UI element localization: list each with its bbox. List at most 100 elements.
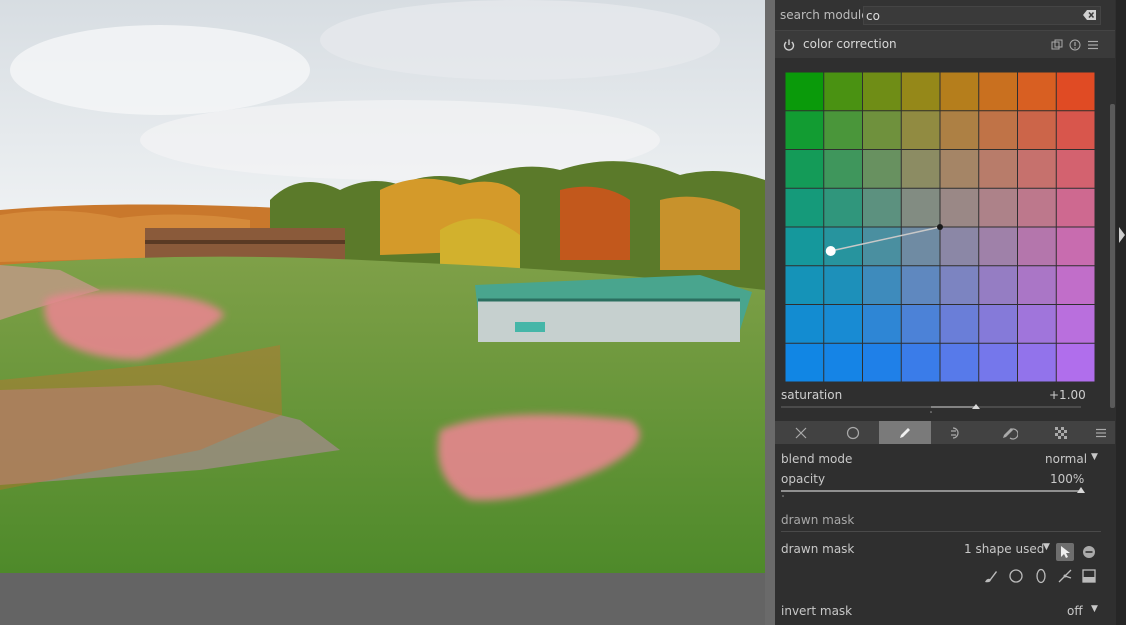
search-box[interactable]: [863, 6, 1101, 25]
tab-drawn-mask[interactable]: [879, 421, 931, 444]
grid-cell[interactable]: [1018, 227, 1056, 266]
grid-cell[interactable]: [940, 227, 979, 266]
grid-cell[interactable]: [1056, 111, 1095, 149]
grid-cell[interactable]: [1056, 227, 1095, 266]
tab-drawn-parametric[interactable]: [983, 421, 1035, 444]
panel-scrollbar[interactable]: [1110, 104, 1115, 408]
grid-cell[interactable]: [863, 266, 901, 304]
grid-cell[interactable]: [785, 266, 824, 304]
grid-cell[interactable]: [979, 343, 1017, 382]
shadow-point[interactable]: [937, 224, 943, 230]
grid-cell[interactable]: [940, 305, 979, 343]
grid-cell[interactable]: [901, 150, 940, 188]
presets-menu-icon[interactable]: [1087, 39, 1099, 51]
circle-shape-icon[interactable]: [1008, 568, 1024, 584]
photo-preview[interactable]: [0, 0, 765, 573]
color-grid[interactable]: [785, 72, 1095, 382]
grid-cell[interactable]: [824, 305, 862, 343]
circle-icon: [846, 426, 860, 439]
remove-icon[interactable]: [1082, 545, 1096, 559]
grid-cell[interactable]: [863, 150, 901, 188]
opacity-slider[interactable]: [781, 487, 1085, 499]
grid-cell[interactable]: [863, 188, 901, 227]
grid-cell[interactable]: [901, 72, 940, 111]
grid-cell[interactable]: [785, 111, 824, 149]
grid-cell[interactable]: [1056, 343, 1095, 382]
grid-cell[interactable]: [901, 227, 940, 266]
grid-cell[interactable]: [940, 343, 979, 382]
grid-cell[interactable]: [785, 72, 824, 111]
ellipse-shape-icon[interactable]: [1033, 568, 1049, 584]
search-input[interactable]: [866, 8, 1066, 23]
tab-off[interactable]: [775, 421, 827, 444]
grid-cell[interactable]: [1018, 111, 1056, 149]
module-header[interactable]: color correction: [775, 30, 1115, 58]
grid-cell[interactable]: [1018, 343, 1056, 382]
grid-cell[interactable]: [901, 266, 940, 304]
grid-cell[interactable]: [1018, 72, 1056, 111]
grid-cell[interactable]: [824, 188, 862, 227]
invert-mask-select[interactable]: off ▼: [1060, 604, 1100, 620]
panel-divider[interactable]: [765, 0, 775, 625]
grid-cell[interactable]: [1018, 305, 1056, 343]
tab-raster-mask[interactable]: [1035, 421, 1087, 444]
grid-cell[interactable]: [979, 305, 1017, 343]
shapes-select[interactable]: 1 shape used ▼: [961, 542, 1051, 558]
grid-cell[interactable]: [979, 72, 1017, 111]
grid-cell[interactable]: [785, 188, 824, 227]
grid-cell[interactable]: [901, 305, 940, 343]
image-viewport[interactable]: [0, 0, 765, 625]
grid-cell[interactable]: [901, 343, 940, 382]
grid-cell[interactable]: [824, 266, 862, 304]
grid-cell[interactable]: [979, 188, 1017, 227]
clear-icon[interactable]: [1083, 9, 1097, 21]
tab-menu[interactable]: [1087, 421, 1115, 444]
grid-cell[interactable]: [785, 227, 824, 266]
show-edit-mask-button[interactable]: [1056, 543, 1074, 561]
grid-cell[interactable]: [824, 343, 862, 382]
grid-cell[interactable]: [979, 266, 1017, 304]
grid-cell[interactable]: [824, 72, 862, 111]
grid-cell[interactable]: [1056, 72, 1095, 111]
saturation-slider[interactable]: [781, 404, 1081, 414]
grid-cell[interactable]: [979, 150, 1017, 188]
grid-cell[interactable]: [1056, 305, 1095, 343]
grid-cell[interactable]: [979, 111, 1017, 149]
grid-cell[interactable]: [863, 72, 901, 111]
grid-cell[interactable]: [940, 111, 979, 149]
gradient-shape-icon[interactable]: [1081, 568, 1097, 584]
grid-cell[interactable]: [940, 266, 979, 304]
tab-parametric-mask[interactable]: [931, 421, 983, 444]
grid-cell[interactable]: [1056, 266, 1095, 304]
grid-cell[interactable]: [979, 227, 1017, 266]
grid-cell[interactable]: [863, 227, 901, 266]
grid-cell[interactable]: [940, 72, 979, 111]
grid-cell[interactable]: [863, 111, 901, 149]
grid-cell[interactable]: [863, 343, 901, 382]
grid-cell[interactable]: [1056, 150, 1095, 188]
tab-uniformly[interactable]: [827, 421, 879, 444]
grid-cell[interactable]: [901, 111, 940, 149]
grid-cell[interactable]: [1018, 266, 1056, 304]
grid-cell[interactable]: [940, 150, 979, 188]
power-icon[interactable]: [783, 39, 795, 51]
pencil-icon: [900, 427, 910, 438]
path-shape-icon[interactable]: [1057, 568, 1073, 584]
multi-instance-icon[interactable]: [1051, 39, 1063, 51]
grid-cell[interactable]: [940, 188, 979, 227]
highlight-point[interactable]: [825, 246, 836, 257]
grid-cell[interactable]: [785, 150, 824, 188]
grid-cell[interactable]: [1018, 188, 1056, 227]
grid-cell[interactable]: [785, 343, 824, 382]
grid-cell[interactable]: [824, 150, 862, 188]
reset-icon[interactable]: [1069, 39, 1081, 51]
grid-cell[interactable]: [1018, 150, 1056, 188]
expand-panel-arrow-icon[interactable]: [1118, 226, 1126, 244]
grid-cell[interactable]: [863, 305, 901, 343]
blend-mode-select[interactable]: normal ▼: [1025, 452, 1100, 468]
grid-cell[interactable]: [1056, 188, 1095, 227]
grid-cell[interactable]: [824, 111, 862, 149]
grid-cell[interactable]: [901, 188, 940, 227]
grid-cell[interactable]: [785, 305, 824, 343]
brush-icon[interactable]: [983, 568, 999, 584]
